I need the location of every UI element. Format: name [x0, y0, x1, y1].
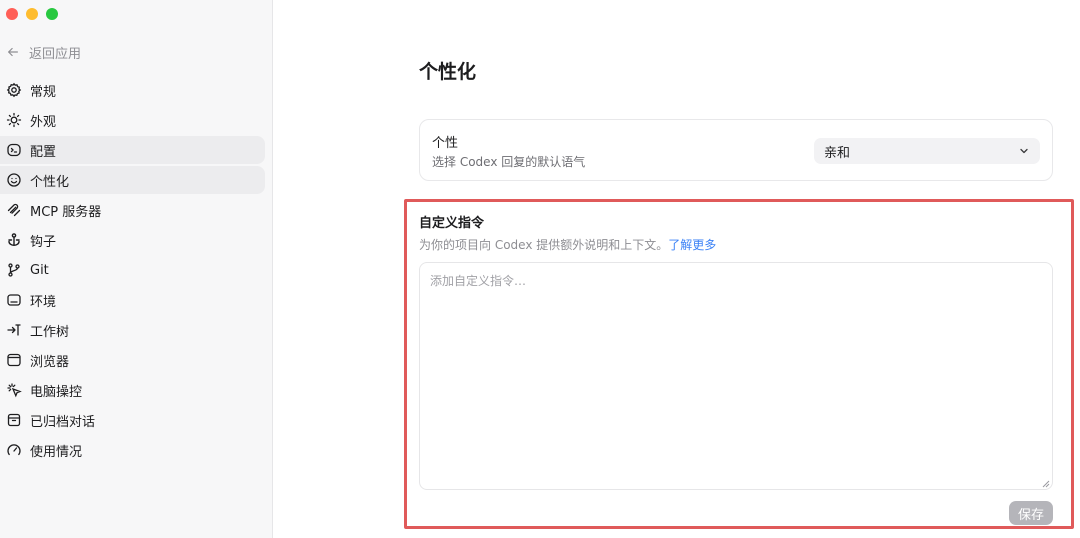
personality-select[interactable]: 亲和: [814, 138, 1040, 164]
sidebar-item-label: MCP 服务器: [30, 204, 102, 220]
sidebar-item-label: 浏览器: [30, 354, 70, 370]
sidebar-item-hooks[interactable]: 钩子: [0, 226, 265, 254]
sun-icon: [6, 112, 22, 128]
custom-instructions-description-text: 为你的项目向 Codex 提供额外说明和上下文。: [419, 238, 669, 252]
sidebar-item-label: 工作树: [30, 324, 70, 340]
sidebar-item-label: 已归档对话: [30, 414, 96, 430]
resize-handle-icon[interactable]: [1040, 478, 1050, 488]
sidebar-item-label: 个性化: [30, 174, 70, 190]
custom-instructions-input[interactable]: [419, 262, 1053, 490]
worktree-icon: [7, 324, 21, 336]
environment-icon: [7, 294, 21, 306]
chevron-down-icon: [1020, 148, 1028, 154]
sidebar-item-label: 配置: [30, 144, 57, 160]
sidebar-item-mcp-servers[interactable]: MCP 服务器: [0, 196, 265, 224]
git-branch-icon: [8, 263, 20, 277]
minimize-window-button[interactable]: [26, 8, 38, 20]
custom-instructions-description: 为你的项目向 Codex 提供额外说明和上下文。了解更多: [419, 236, 716, 253]
sidebar-item-computer-control[interactable]: 电脑操控: [0, 376, 265, 404]
arrow-left-icon: [8, 47, 18, 57]
sidebar-item-label: 环境: [30, 294, 57, 310]
sidebar: 返回应用 常规 外观 配置 个性化 MCP 服务器 钩子 Git 环境 工作树 …: [0, 0, 273, 538]
sidebar-item-label: 外观: [30, 114, 57, 130]
close-window-button[interactable]: [6, 8, 18, 20]
personalize-icon: [7, 173, 21, 187]
sidebar-item-git[interactable]: Git: [0, 256, 265, 284]
zoom-window-button[interactable]: [46, 8, 58, 20]
config-icon: [7, 143, 21, 157]
computer-control-icon: [7, 383, 22, 398]
sidebar-item-browser[interactable]: 浏览器: [0, 346, 265, 374]
sidebar-item-label: Git: [30, 262, 49, 278]
sidebar-item-config[interactable]: 配置: [0, 136, 265, 164]
personality-label: 个性: [432, 136, 459, 151]
sidebar-item-appearance[interactable]: 外观: [0, 106, 265, 134]
browser-icon: [7, 353, 21, 367]
back-label: 返回应用: [29, 46, 82, 62]
personality-card: 个性 选择 Codex 回复的默认语气 亲和: [419, 119, 1053, 181]
sidebar-item-label: 常规: [30, 84, 57, 100]
page-title: 个性化: [419, 61, 477, 83]
mcp-icon: [7, 203, 21, 217]
archive-icon: [7, 413, 21, 427]
back-to-app-link[interactable]: 返回应用: [6, 42, 81, 62]
hook-icon: [8, 233, 20, 247]
gear-icon: [6, 82, 22, 98]
sidebar-item-label: 电脑操控: [30, 384, 83, 400]
window-controls: [6, 8, 58, 20]
sidebar-item-usage[interactable]: 使用情况: [0, 436, 265, 464]
sidebar-item-personalization[interactable]: 个性化: [0, 166, 265, 194]
sidebar-item-label: 钩子: [30, 234, 57, 250]
gauge-icon: [7, 444, 21, 456]
settings-nav: 常规 外观 配置 个性化 MCP 服务器 钩子 Git 环境 工作树 浏览器 电…: [0, 74, 268, 464]
sidebar-item-environment[interactable]: 环境: [0, 286, 265, 314]
sidebar-item-archived-chats[interactable]: 已归档对话: [0, 406, 265, 434]
save-button[interactable]: 保存: [1009, 501, 1053, 525]
personality-description: 选择 Codex 回复的默认语气: [432, 155, 586, 169]
custom-instructions-title: 自定义指令: [419, 216, 485, 231]
sidebar-item-general[interactable]: 常规: [0, 76, 265, 104]
settings-content: 个性化 个性 选择 Codex 回复的默认语气 亲和 自定义指令 为你的项目向 …: [274, 0, 1080, 538]
personality-selected-value: 亲和: [824, 145, 851, 161]
sidebar-item-label: 使用情况: [30, 444, 83, 460]
learn-more-link[interactable]: 了解更多: [668, 238, 716, 252]
sidebar-item-worktree[interactable]: 工作树: [0, 316, 265, 344]
